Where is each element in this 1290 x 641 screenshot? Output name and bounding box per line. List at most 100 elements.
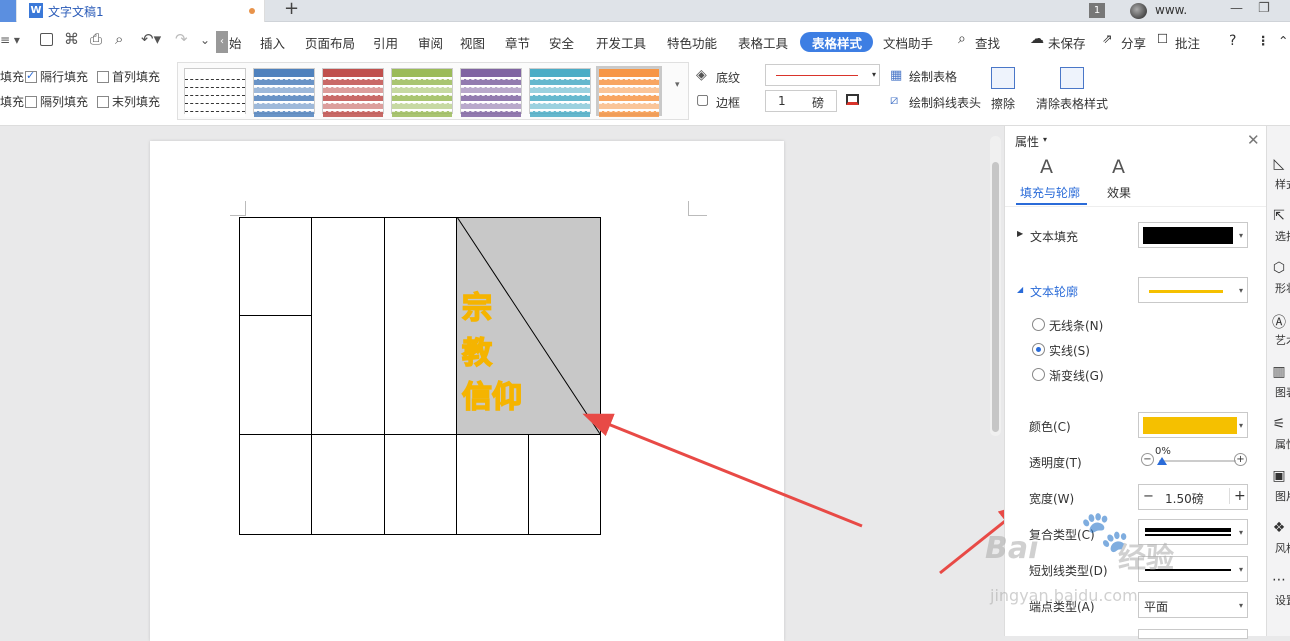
line-weight-select[interactable]: 1磅 bbox=[765, 90, 837, 112]
menu-item-references[interactable]: 引用 bbox=[373, 33, 398, 52]
effect-icon[interactable]: A bbox=[1112, 156, 1125, 178]
redo-icon[interactable]: ↷ bbox=[175, 30, 188, 48]
menu-item-doc-assistant[interactable]: 文档助手 bbox=[883, 33, 933, 52]
erase-button[interactable]: 擦除 bbox=[991, 95, 1015, 112]
plus-icon[interactable]: + bbox=[1229, 488, 1246, 504]
more-quick-chevron-icon[interactable]: ⌄ bbox=[200, 33, 210, 47]
text-fill-color-select[interactable]: ▾ bbox=[1138, 222, 1248, 248]
text-outline-label[interactable]: 文本轮廓 bbox=[1030, 283, 1078, 300]
line-style-select[interactable]: ▾ bbox=[765, 64, 880, 86]
app-menu-stub[interactable] bbox=[0, 0, 16, 22]
pen-color-icon[interactable] bbox=[846, 94, 859, 105]
total-row-fill-partial[interactable]: 填充 bbox=[0, 93, 24, 110]
sidebar-item-label[interactable]: 属性 bbox=[1267, 436, 1290, 452]
checkbox-icon[interactable] bbox=[25, 96, 37, 108]
checkbox-icon[interactable] bbox=[97, 71, 109, 83]
help-button[interactable]: ? bbox=[1229, 33, 1236, 49]
save-icon[interactable] bbox=[40, 33, 53, 46]
first-col-checkbox[interactable]: 首列填充 bbox=[97, 68, 160, 85]
sidebar-item-label[interactable]: 图片 bbox=[1267, 488, 1290, 504]
clear-style-button[interactable]: 清除表格样式 bbox=[1036, 95, 1108, 112]
text-fill-label[interactable]: 文本填充 bbox=[1030, 228, 1078, 245]
table-style-swatch[interactable] bbox=[529, 68, 591, 117]
sidebar-icon[interactable]: Ⓐ bbox=[1267, 312, 1290, 332]
width-value[interactable]: 1.50磅 bbox=[1165, 490, 1204, 507]
alt-row-checkbox[interactable]: 隔行填充 bbox=[25, 68, 88, 85]
restore-button[interactable]: ❐ bbox=[1258, 1, 1270, 16]
border-button[interactable]: 边框 bbox=[716, 94, 740, 111]
comment-button[interactable]: 批注 bbox=[1175, 33, 1200, 52]
share-button[interactable]: 分享 bbox=[1121, 33, 1146, 52]
sidebar-icon[interactable]: ⬡ bbox=[1267, 260, 1290, 276]
menu-item-developer[interactable]: 开发工具 bbox=[596, 33, 646, 52]
sidebar-icon[interactable]: ▣ bbox=[1267, 468, 1290, 484]
transparency-thumb[interactable] bbox=[1157, 457, 1167, 465]
search-button[interactable]: 查找 bbox=[975, 33, 1000, 52]
table-style-swatch[interactable] bbox=[322, 68, 384, 117]
shading-button[interactable]: 底纹 bbox=[716, 69, 740, 86]
print-preview-icon[interactable]: ⌕ bbox=[115, 30, 123, 48]
chevron-down-icon[interactable]: ◢ bbox=[1017, 285, 1023, 294]
header-row-fill-partial[interactable]: 填充 bbox=[0, 68, 24, 85]
close-icon[interactable]: ✕ bbox=[1247, 131, 1260, 149]
document-tab[interactable]: W 文字文稿1 bbox=[17, 0, 265, 22]
clear-style-icon[interactable] bbox=[1060, 67, 1084, 89]
radio-solid[interactable] bbox=[1032, 343, 1045, 356]
menu-item-layout[interactable]: 页面布局 bbox=[305, 33, 355, 52]
scroll-left-button[interactable]: ‹ bbox=[216, 31, 228, 53]
checkbox-icon[interactable] bbox=[97, 96, 109, 108]
table-style-swatch[interactable] bbox=[460, 68, 522, 117]
table-style-swatch[interactable] bbox=[598, 68, 660, 117]
print-icon[interactable]: ⎙ bbox=[90, 30, 102, 48]
menu-item-table-style[interactable]: 表格样式 bbox=[812, 33, 862, 52]
sidebar-item-label[interactable]: 图表 bbox=[1267, 384, 1290, 400]
sidebar-item-label[interactable]: 选择 bbox=[1267, 228, 1290, 244]
sidebar-item-label[interactable]: 样式 bbox=[1267, 176, 1290, 192]
menu-item-section[interactable]: 章节 bbox=[505, 33, 530, 52]
sidebar-icon[interactable]: ⚟ bbox=[1267, 416, 1290, 432]
radio-none[interactable] bbox=[1032, 318, 1045, 331]
alt-col-checkbox[interactable]: 隔列填充 bbox=[25, 93, 88, 110]
outline-color-select[interactable]: ▾ bbox=[1138, 412, 1248, 438]
gallery-expand-icon[interactable]: ▾ bbox=[675, 80, 680, 90]
text-outline-select[interactable]: ▾ bbox=[1138, 277, 1248, 303]
draw-diagonal-icon[interactable]: ⧄ bbox=[890, 93, 898, 108]
sidebar-icon[interactable]: ◺ bbox=[1267, 156, 1290, 172]
share-icon[interactable]: ⇗ bbox=[1102, 31, 1112, 46]
tab-fill-outline[interactable]: 填充与轮廓 bbox=[1020, 184, 1080, 201]
search-icon[interactable]: ⌕ bbox=[958, 31, 966, 47]
table-style-swatch[interactable] bbox=[253, 68, 315, 117]
radio-solid-label[interactable]: 实线(S) bbox=[1049, 342, 1090, 359]
sidebar-icon[interactable]: ❖ bbox=[1267, 520, 1290, 536]
menu-item-security[interactable]: 安全 bbox=[549, 33, 574, 52]
collapse-ribbon-icon[interactable]: ⌃ bbox=[1278, 33, 1288, 48]
transparency-minus-icon[interactable]: − bbox=[1141, 453, 1154, 466]
unsaved-status[interactable]: 未保存 bbox=[1048, 33, 1086, 52]
draw-table-icon[interactable]: ▦ bbox=[890, 68, 902, 83]
transparency-plus-icon[interactable]: + bbox=[1234, 453, 1247, 466]
next-select-partial[interactable] bbox=[1138, 629, 1248, 639]
file-menu-chevron-icon[interactable]: ≡ ▾ bbox=[0, 33, 20, 47]
minus-icon[interactable]: − bbox=[1143, 489, 1154, 504]
draw-diagonal-button[interactable]: 绘制斜线表头 bbox=[909, 94, 981, 111]
undo-icon[interactable]: ↶▾ bbox=[141, 30, 161, 48]
menu-item-insert[interactable]: 插入 bbox=[260, 33, 285, 52]
more-icon[interactable]: ⋮ bbox=[1257, 33, 1270, 48]
menu-item-features[interactable]: 特色功能 bbox=[667, 33, 717, 52]
chevron-right-icon[interactable]: ▶ bbox=[1017, 229, 1023, 238]
menu-item-table-tools[interactable]: 表格工具 bbox=[738, 33, 788, 52]
sidebar-item-label[interactable]: 风格 bbox=[1267, 540, 1290, 556]
tab-effect[interactable]: 效果 bbox=[1107, 184, 1131, 201]
eraser-icon[interactable] bbox=[991, 67, 1015, 89]
menu-item-view[interactable]: 视图 bbox=[460, 33, 485, 52]
radio-gradient[interactable] bbox=[1032, 368, 1045, 381]
sidebar-icon[interactable]: ⇱ bbox=[1267, 208, 1290, 224]
panel-title-chevron-icon[interactable]: ▾ bbox=[1043, 135, 1047, 144]
radio-none-label[interactable]: 无线条(N) bbox=[1049, 317, 1103, 334]
border-icon[interactable]: ▢ bbox=[696, 92, 709, 108]
sidebar-item-label[interactable]: 设置 bbox=[1267, 592, 1290, 608]
table-style-swatch[interactable] bbox=[184, 68, 246, 117]
menu-item-start-partial[interactable]: 始 bbox=[229, 33, 242, 52]
sidebar-item-label[interactable]: 艺术 bbox=[1267, 332, 1290, 348]
minimize-button[interactable]: — bbox=[1230, 1, 1243, 16]
